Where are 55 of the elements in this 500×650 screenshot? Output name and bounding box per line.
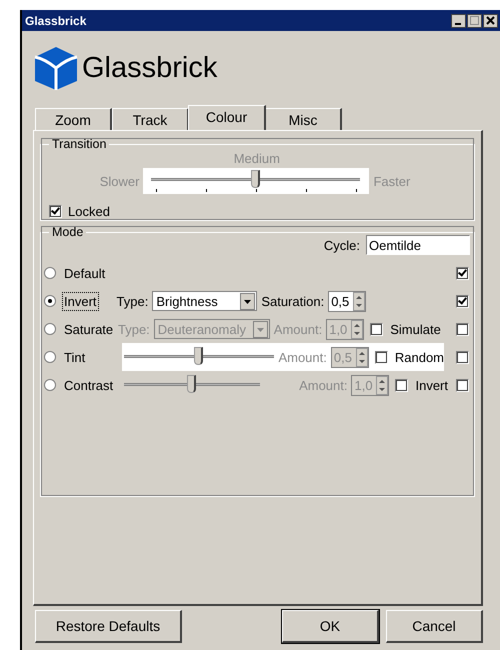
radio-button[interactable]	[44, 379, 56, 391]
dialog-button[interactable]: OK	[282, 610, 379, 643]
checkbox-label: Random	[394, 350, 444, 364]
field-label: Saturation:	[261, 294, 324, 308]
spinner-arrows-icon	[351, 320, 364, 338]
slider-thumb[interactable]	[187, 375, 196, 393]
radio-label: Invert	[62, 292, 99, 310]
type-dropdown[interactable]: Brightness	[152, 291, 258, 311]
tab[interactable]: Misc	[265, 108, 342, 130]
radio-label: Tint	[63, 348, 86, 366]
maximize-icon[interactable]	[467, 14, 482, 28]
radio-button[interactable]	[44, 267, 56, 279]
checkbox-label: Invert	[415, 378, 448, 392]
tab[interactable]: Colour	[188, 105, 266, 130]
window-title: Glassbrick	[25, 14, 86, 28]
radio-label: Default	[63, 264, 106, 282]
radio-button[interactable]	[44, 295, 56, 307]
radio-label: Saturate	[63, 320, 114, 338]
group-title: Transition	[51, 137, 108, 151]
cycle-field[interactable]: Oemtilde	[366, 235, 470, 255]
checkbox[interactable]	[456, 350, 469, 364]
spinner-arrows-icon	[356, 348, 368, 366]
field-label: Amount:	[299, 378, 348, 392]
slider-label: Medium	[234, 151, 280, 166]
checkbox-label: Simulate	[390, 322, 441, 336]
tab[interactable]: Track	[112, 108, 189, 130]
field-label: Amount:	[278, 350, 327, 364]
checkbox[interactable]	[374, 350, 388, 364]
checkbox[interactable]	[456, 378, 469, 392]
checkbox[interactable]	[395, 378, 408, 392]
group-title: Mode	[51, 225, 84, 239]
radio-label: Contrast	[63, 376, 114, 394]
slider-thumb[interactable]	[194, 347, 203, 365]
spinner-arrows-icon	[353, 292, 366, 310]
checkbox[interactable]	[456, 294, 469, 308]
radio-button[interactable]	[44, 351, 56, 363]
dialog-button[interactable]: Cancel	[386, 610, 483, 643]
spinner-arrows-icon	[376, 376, 388, 394]
logo-text: Glassbrick	[82, 52, 218, 84]
minimize-icon[interactable]	[451, 14, 466, 28]
cube-icon	[33, 45, 79, 91]
checkbox-label: Locked	[68, 204, 110, 219]
dialog-button[interactable]: Restore Defaults	[35, 610, 182, 643]
field-label: Amount:	[274, 322, 322, 336]
field-label: Type:	[118, 322, 150, 336]
close-icon[interactable]	[483, 14, 498, 28]
slider[interactable]	[124, 347, 274, 367]
field-label: Type:	[116, 294, 148, 308]
tab[interactable]: Zoom	[35, 108, 112, 130]
checkbox[interactable]	[456, 266, 469, 280]
slider-label: Faster	[373, 174, 410, 189]
slider[interactable]	[124, 375, 260, 395]
slider-label: Slower	[100, 174, 140, 189]
amount-spinner[interactable]: 0,5	[328, 290, 366, 312]
field-label: Cycle:	[324, 238, 360, 252]
